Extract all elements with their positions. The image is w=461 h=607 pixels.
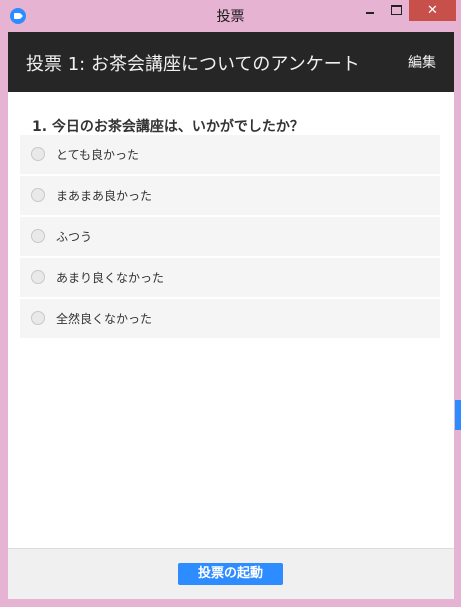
title-bar[interactable]: 投票 ✕ — [0, 0, 461, 32]
radio-button[interactable] — [31, 270, 45, 284]
poll-title: 投票 1: お茶会講座についてのアンケート — [26, 54, 360, 75]
launch-poll-button[interactable]: 投票の起動 — [178, 563, 283, 585]
option-item[interactable]: 全然良くなかった — [20, 299, 440, 338]
option-label: とても良かった — [56, 148, 140, 162]
option-label: ふつう — [56, 230, 93, 244]
option-item[interactable]: ふつう — [20, 217, 440, 256]
radio-button[interactable] — [31, 229, 45, 243]
poll-content: 投票 1: お茶会講座についてのアンケート 編集 1. 今日のお茶会講座は、いか… — [8, 32, 454, 599]
option-item[interactable]: あまり良くなかった — [20, 258, 440, 297]
edit-button[interactable]: 編集 — [408, 52, 436, 72]
close-icon: ✕ — [427, 3, 438, 18]
option-label: 全然良くなかった — [56, 312, 153, 326]
question-text: 1. 今日のお茶会講座は、いかがでしたか？ — [32, 119, 304, 135]
side-edge-handle — [455, 400, 461, 430]
radio-button[interactable] — [31, 188, 45, 202]
minimize-button[interactable] — [357, 0, 383, 21]
option-label: まあまあ良かった — [56, 189, 153, 203]
poll-window: 投票 ✕ 投票 1: お茶会講座についてのアンケート 編集 1. 今日のお茶会講… — [0, 0, 461, 607]
answer-options: とても良かった まあまあ良かった ふつう あまり良くなかった 全然良くなかった — [20, 135, 440, 340]
poll-header: 投票 1: お茶会講座についてのアンケート 編集 — [8, 32, 454, 92]
close-button[interactable]: ✕ — [409, 0, 456, 21]
option-item[interactable]: まあまあ良かった — [20, 176, 440, 215]
radio-button[interactable] — [31, 311, 45, 325]
radio-button[interactable] — [31, 147, 45, 161]
option-item[interactable]: とても良かった — [20, 135, 440, 174]
option-label: あまり良くなかった — [56, 271, 165, 285]
poll-footer: 投票の起動 — [8, 548, 454, 599]
maximize-button[interactable] — [383, 0, 409, 21]
